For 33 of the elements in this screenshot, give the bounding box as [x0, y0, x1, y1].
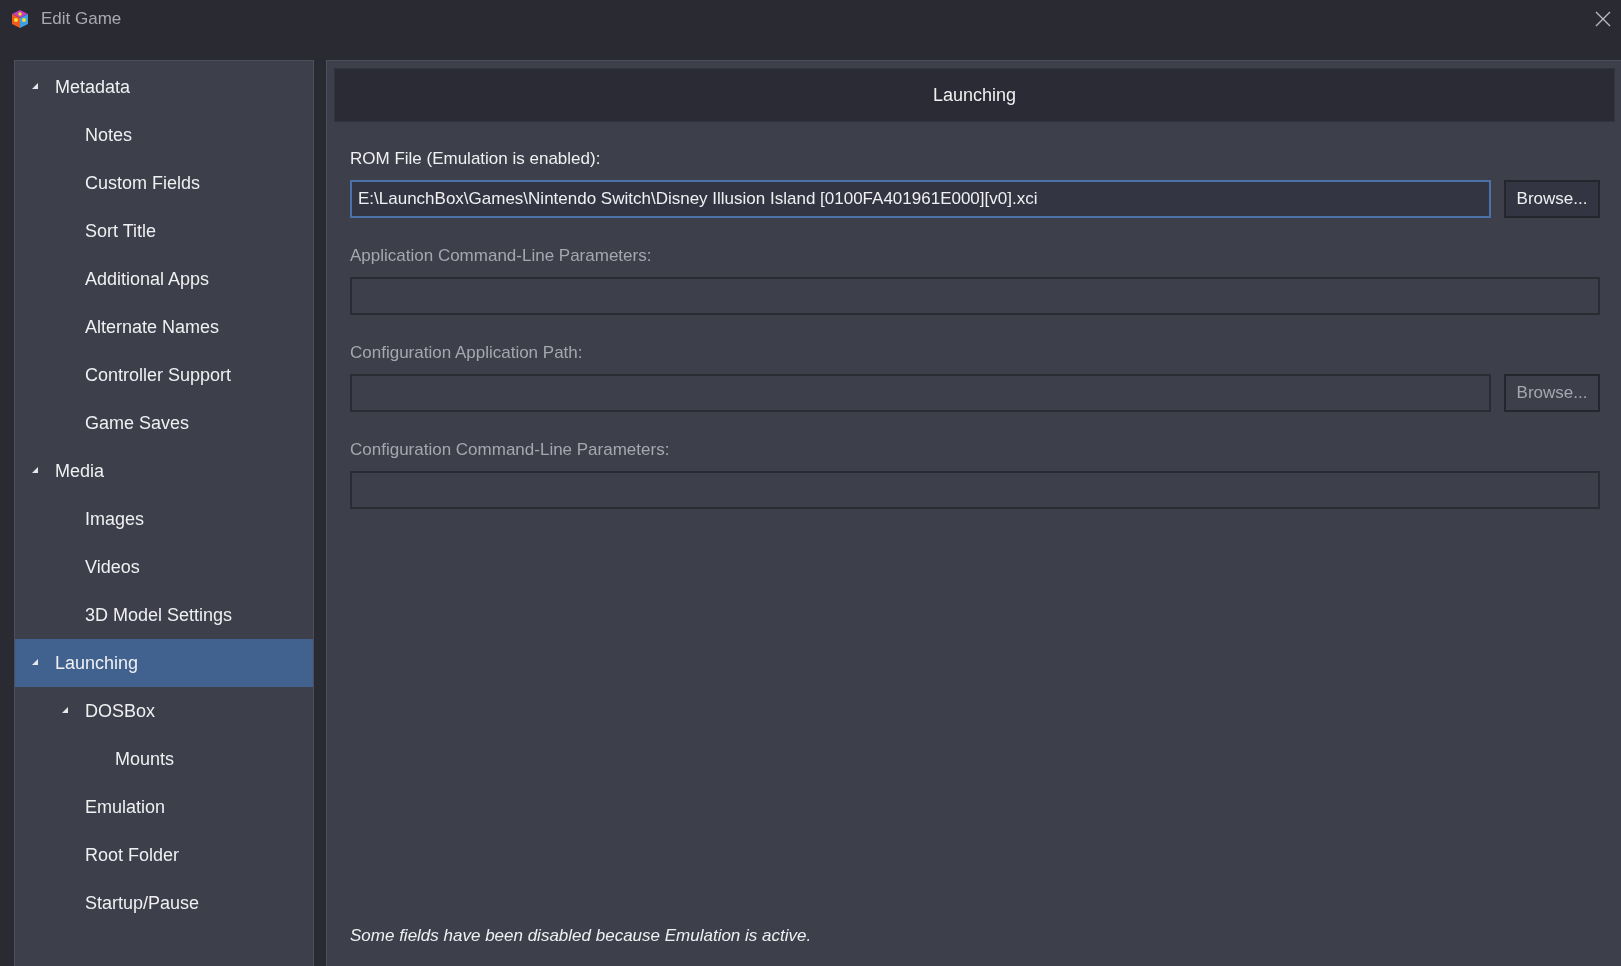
tree-item[interactable]: Emulation: [15, 783, 313, 831]
browse-button[interactable]: Browse...: [1504, 180, 1600, 218]
tree-item[interactable]: Controller Support: [15, 351, 313, 399]
expanded-triangle-icon[interactable]: [61, 706, 71, 716]
tree-item[interactable]: Alternate Names: [15, 303, 313, 351]
tree-item[interactable]: 3D Model Settings: [15, 591, 313, 639]
tree-item[interactable]: DOSBox: [15, 687, 313, 735]
window-title: Edit Game: [41, 9, 122, 29]
tree-item[interactable]: Images: [15, 495, 313, 543]
field-label: Configuration Application Path:: [350, 343, 583, 363]
tree-item[interactable]: Sort Title: [15, 207, 313, 255]
tree-item[interactable]: Notes: [15, 111, 313, 159]
tree-item[interactable]: Additional Apps: [15, 255, 313, 303]
info-note: Some fields have been disabled because Emulation is active.: [349, 926, 812, 947]
tree-item[interactable]: Root Folder: [15, 831, 313, 879]
tree-item[interactable]: Custom Fields: [15, 159, 313, 207]
expanded-triangle-icon[interactable]: [31, 82, 41, 92]
expanded-triangle-icon[interactable]: [31, 658, 41, 668]
cube-logo-icon: [10, 9, 30, 29]
text-field[interactable]: E:\LaunchBox\Games\Nintendo Switch\Disney Illusion Island [0100FA401961E000][v0].xci: [350, 180, 1491, 218]
tree-item[interactable]: Launching: [15, 639, 313, 687]
expanded-triangle-icon[interactable]: [31, 466, 41, 476]
field-label: Application Command-Line Parameters:: [350, 246, 652, 266]
tree-item[interactable]: Media: [15, 447, 313, 495]
field-label: ROM File (Emulation is enabled):: [350, 149, 601, 169]
close-icon[interactable]: [1595, 11, 1611, 27]
tree-item[interactable]: Metadata: [15, 63, 313, 111]
tree-item[interactable]: Game Saves: [15, 399, 313, 447]
tree-item[interactable]: Mounts: [15, 735, 313, 783]
tree-item[interactable]: Startup/Pause: [15, 879, 313, 927]
field-label: Configuration Command-Line Parameters:: [350, 440, 670, 460]
section-header: Launching: [334, 68, 1615, 122]
tree-item[interactable]: Videos: [15, 543, 313, 591]
